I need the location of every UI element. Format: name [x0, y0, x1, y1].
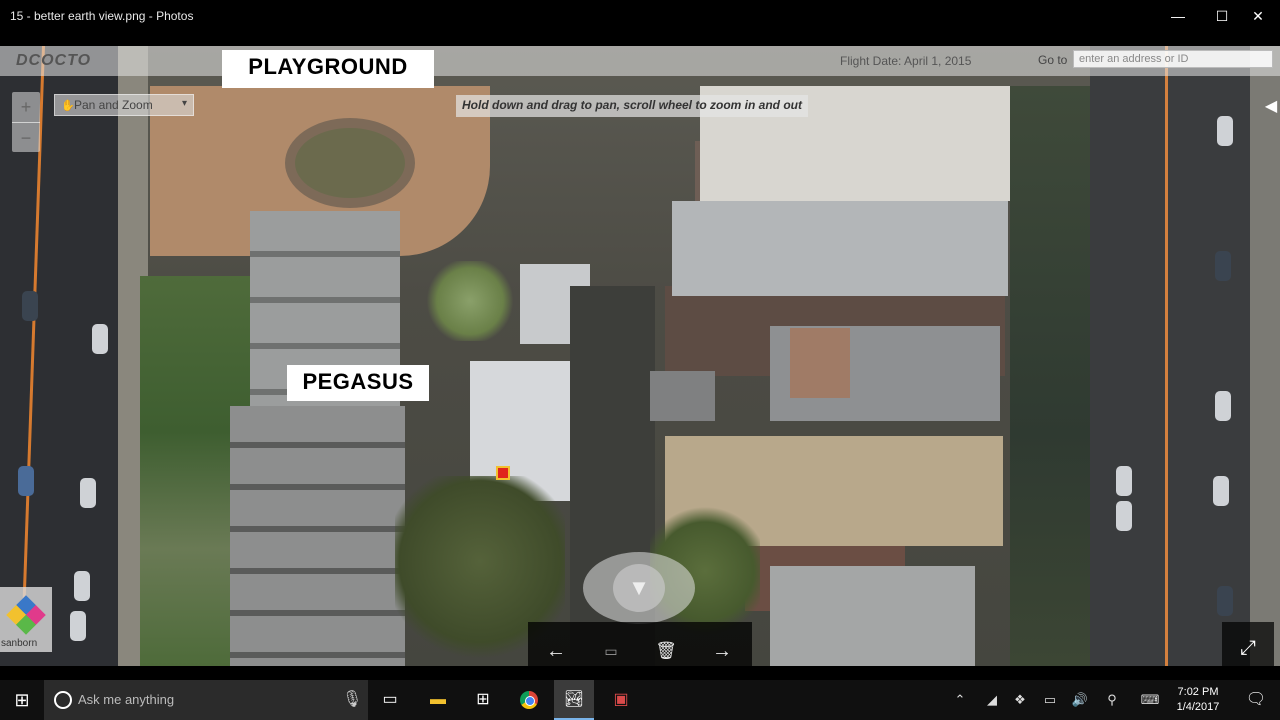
navigation-hint: Hold down and drag to pan, scroll wheel …: [456, 95, 808, 117]
back-arrow-icon[interactable]: ←: [536, 636, 576, 666]
car: [1213, 476, 1229, 506]
link-icon[interactable]: ⚲: [1098, 680, 1126, 720]
zoom-out-icon[interactable]: −: [12, 122, 40, 152]
fullscreen-icon[interactable]: ⤢: [1222, 622, 1274, 674]
photos-icon[interactable]: 🏞: [554, 680, 594, 720]
chevron-up-icon[interactable]: ⌃: [946, 680, 974, 720]
panel-toggle-icon[interactable]: ◀: [1262, 92, 1280, 122]
clock-date: 1/4/2017: [1176, 701, 1220, 713]
car: [1116, 466, 1132, 496]
car: [18, 466, 34, 496]
compass-rose-icon: ▼: [613, 564, 665, 612]
delete-icon[interactable]: 🗑: [646, 636, 686, 666]
goto-label: Go to: [1038, 53, 1068, 67]
car: [1215, 391, 1231, 421]
car: [70, 611, 86, 641]
photo-viewport[interactable]: DCOCTO Flight Date: April 1, 2015 Go to …: [0, 32, 1280, 680]
zoom-in-icon[interactable]: +: [12, 92, 40, 122]
playground-label: PLAYGROUND: [222, 50, 434, 88]
dropbox-icon[interactable]: ❖: [1006, 680, 1034, 720]
forward-arrow-icon[interactable]: →: [702, 636, 742, 666]
parcel-line: [1165, 46, 1168, 666]
car: [1215, 251, 1231, 281]
marker-icon[interactable]: [496, 466, 510, 480]
sanborn-logo-text: sanborn: [1, 638, 38, 649]
sanborn-logo: sanborn: [0, 587, 52, 652]
clock-time: 7:02 PM: [1177, 686, 1219, 698]
keyboard-icon[interactable]: ⌨: [1136, 680, 1164, 720]
brand-logo: DCOCTO: [16, 52, 92, 69]
playground-circle: [285, 118, 415, 208]
minimize-button[interactable]: —: [1156, 0, 1200, 32]
car: [92, 324, 108, 354]
mode-select-value: Pan and Zoom: [74, 98, 153, 112]
chrome-icon[interactable]: [509, 686, 549, 714]
save-app-icon[interactable]: ▣: [601, 686, 641, 714]
tree: [425, 261, 515, 341]
pegasus-label: PEGASUS: [287, 365, 429, 401]
photo-toolbar: ← ▭ 🗑 →: [528, 622, 752, 680]
building-roof: [770, 566, 975, 666]
sanborn-logo-mark: [6, 595, 46, 635]
search-placeholder: Ask me anything: [78, 692, 175, 707]
address-search-input[interactable]: enter an address or ID: [1073, 50, 1273, 68]
car: [80, 478, 96, 508]
car: [1217, 116, 1233, 146]
clock[interactable]: 7:02 PM 1/4/2017: [1168, 685, 1228, 715]
building-roof-deck: [790, 328, 850, 398]
yard-right: [1010, 86, 1090, 666]
cortana-search[interactable]: Ask me anything 🎙: [44, 680, 368, 720]
mode-select[interactable]: ✋Pan and Zoom ▾: [54, 94, 194, 116]
close-button[interactable]: ✕: [1236, 0, 1280, 32]
microphone-icon[interactable]: 🎙: [342, 689, 362, 709]
windows-start-icon[interactable]: ⊞: [0, 680, 44, 720]
action-center-icon[interactable]: 🗨: [1236, 680, 1276, 720]
window-title: 15 - better earth view.png - Photos: [10, 9, 194, 23]
building-roof: [650, 371, 715, 421]
car: [22, 291, 38, 321]
zoom-control: + −: [12, 92, 40, 152]
compass-icon[interactable]: ▼: [583, 552, 695, 624]
task-view-icon[interactable]: ▭: [370, 686, 410, 714]
sidewalk-right: [1250, 46, 1280, 666]
file-explorer-icon[interactable]: ▬: [418, 686, 458, 714]
network-icon[interactable]: ◢: [978, 680, 1006, 720]
street-right: [1090, 46, 1260, 666]
cortana-icon: [54, 691, 72, 709]
slideshow-icon[interactable]: ▭: [591, 636, 631, 666]
row-house-roofs: [230, 406, 405, 666]
car: [74, 571, 90, 601]
window-titlebar: 15 - better earth view.png - Photos — ☐ …: [0, 0, 1280, 32]
car: [1116, 501, 1132, 531]
building-roof: [672, 201, 1008, 296]
taskbar: ⊞ Ask me anything 🎙 ▭ ▬ ⊞ 🏞 ▣ ⌃ ◢ ❖ ▭ 🔊 …: [0, 680, 1280, 720]
car: [1217, 586, 1233, 616]
hand-icon: ✋: [61, 100, 75, 112]
chevron-down-icon: ▾: [181, 98, 187, 109]
battery-icon[interactable]: ▭: [1036, 680, 1064, 720]
flight-date: Flight Date: April 1, 2015: [840, 54, 972, 68]
volume-icon[interactable]: 🔊: [1066, 680, 1094, 720]
store-icon[interactable]: ⊞: [463, 686, 503, 714]
